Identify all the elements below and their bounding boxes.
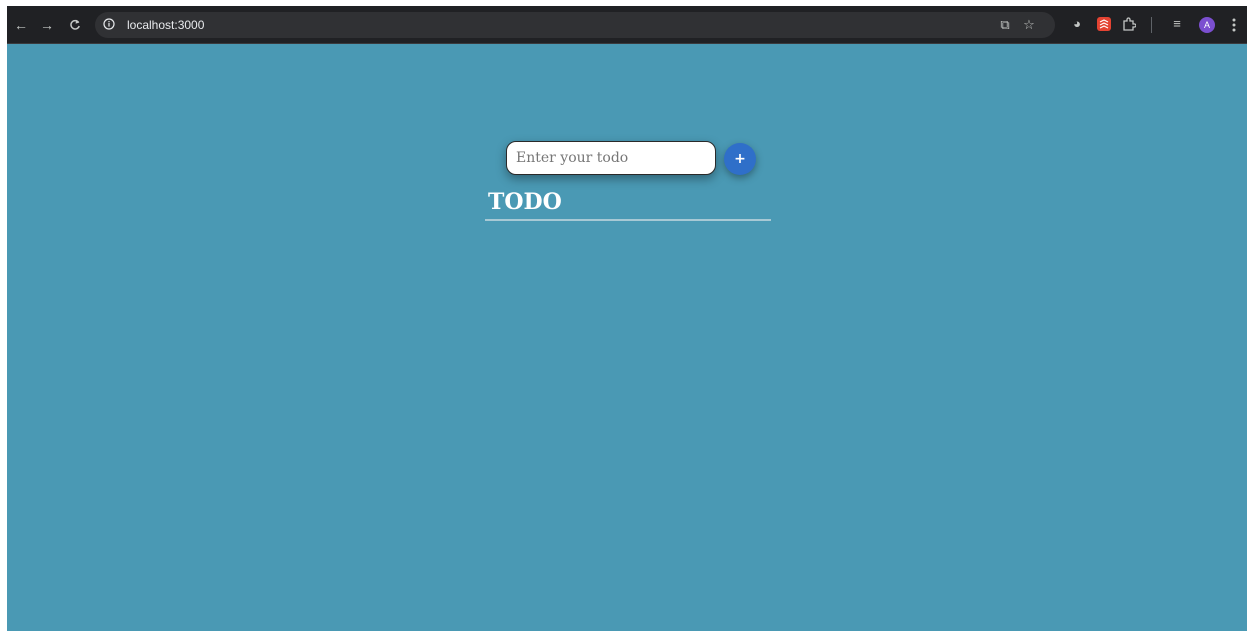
heading-underline <box>485 219 771 221</box>
timer-extension-icon[interactable]: ◕ <box>1069 16 1085 32</box>
reload-icon[interactable] <box>65 15 85 35</box>
address-bar[interactable]: localhost:3000 ⧉ ☆ <box>95 12 1055 38</box>
star-icon[interactable]: ☆ <box>1021 17 1037 33</box>
browser-window: ← → localhost:3000 ⧉ ☆ ◕ ≡ A Enter your … <box>7 6 1247 631</box>
profile-avatar[interactable]: A <box>1199 17 1215 33</box>
cast-icon[interactable]: ⧉ <box>997 17 1013 33</box>
todo-input[interactable] <box>506 141 716 175</box>
reading-list-icon[interactable]: ≡ <box>1169 16 1185 32</box>
todo-heading: TODO <box>488 189 562 215</box>
back-arrow-icon[interactable]: ← <box>11 15 31 35</box>
todoist-extension-icon[interactable] <box>1096 16 1112 32</box>
url-text[interactable]: localhost:3000 <box>127 18 204 32</box>
forward-arrow-icon[interactable]: → <box>37 15 57 35</box>
kebab-menu-icon[interactable] <box>1229 16 1239 34</box>
info-icon[interactable] <box>103 18 115 30</box>
toolbar-divider <box>1151 17 1152 33</box>
add-todo-button[interactable]: + <box>724 143 756 175</box>
puzzle-extensions-icon[interactable] <box>1121 16 1137 32</box>
browser-toolbar: ← → localhost:3000 ⧉ ☆ ◕ ≡ A <box>7 6 1247 44</box>
